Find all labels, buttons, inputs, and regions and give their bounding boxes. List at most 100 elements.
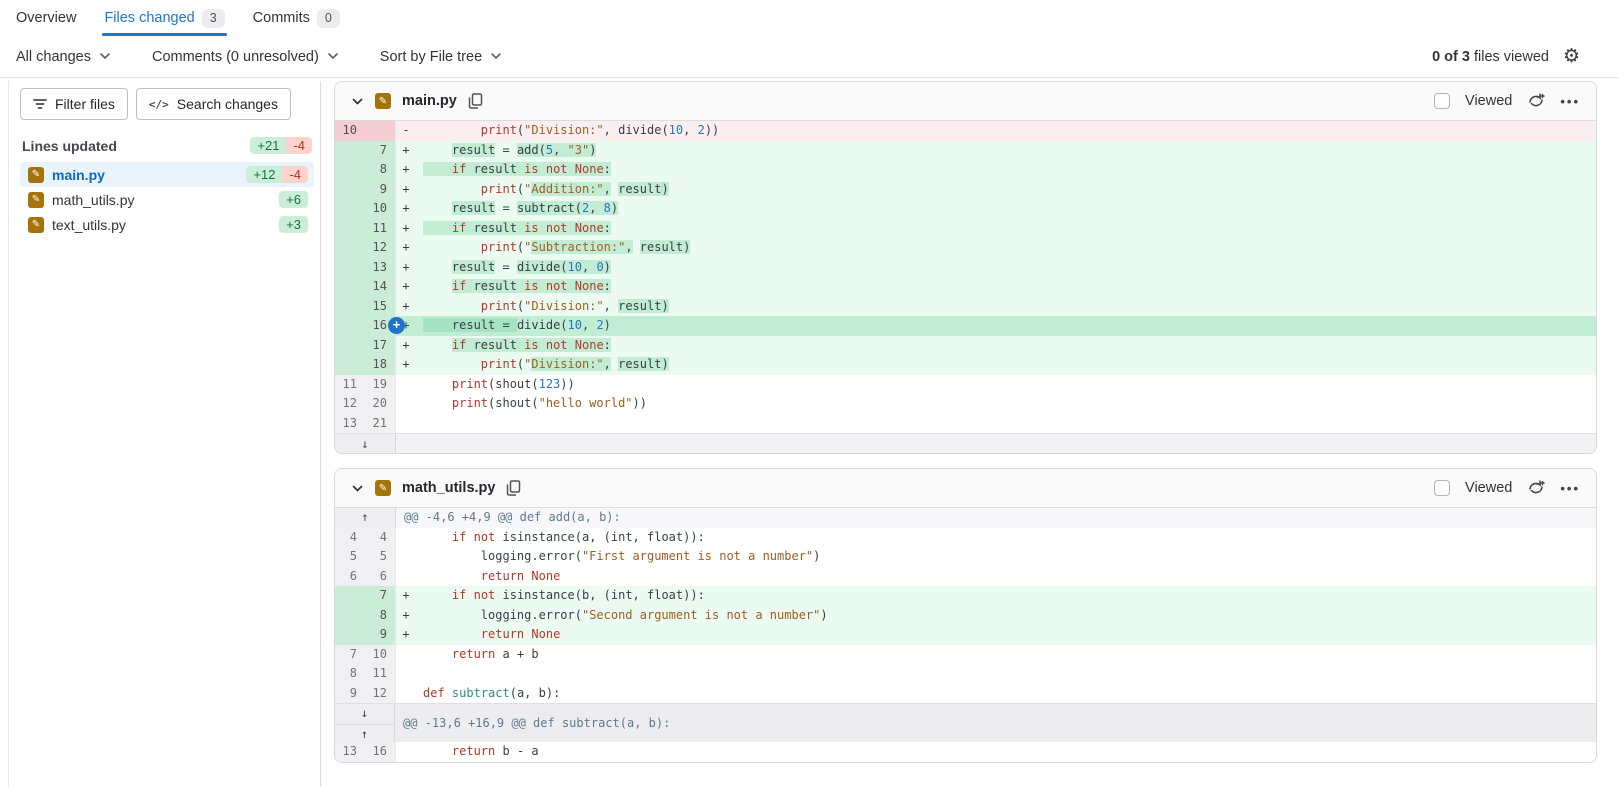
tab-label: Commits xyxy=(252,10,310,26)
tab-files-changed[interactable]: Files changed 3 xyxy=(102,0,227,36)
old-line-number[interactable] xyxy=(335,218,365,238)
diff-sign xyxy=(396,375,416,395)
file-options-kebab-icon[interactable]: ••• xyxy=(1560,481,1580,496)
diff-file-card-main-py: ✎ main.py Viewed ••• 10 - print("Division… xyxy=(334,81,1597,454)
old-line-number[interactable] xyxy=(335,335,365,355)
file-options-kebab-icon[interactable]: ••• xyxy=(1560,94,1580,109)
new-line-number[interactable]: 17 xyxy=(365,335,395,355)
old-line-number[interactable]: 13 xyxy=(335,742,365,762)
collapse-file-chevron-icon[interactable] xyxy=(351,95,364,108)
new-line-number[interactable]: 16 + xyxy=(365,316,405,336)
code-line: result = divide(10, 2) xyxy=(416,316,1596,336)
old-line-number[interactable] xyxy=(335,140,365,160)
new-line-number[interactable]: 19 xyxy=(365,374,395,394)
old-line-number[interactable]: 4 xyxy=(335,527,365,547)
search-changes-label: Search changes xyxy=(176,96,278,112)
diff-settings-gear-icon[interactable]: ⚙ xyxy=(1563,47,1580,66)
new-line-number[interactable]: 10 xyxy=(365,199,395,219)
sort-dropdown[interactable]: Sort by File tree xyxy=(380,49,501,65)
diff-body: 10 - print("Division:", divide(10, 2)) 7 + … xyxy=(335,121,1596,453)
old-line-number[interactable]: 7 xyxy=(335,644,365,664)
commits-count-badge: 0 xyxy=(316,8,340,28)
new-line-number[interactable]: 11 xyxy=(365,664,395,684)
old-line-number[interactable] xyxy=(335,625,365,645)
old-line-number[interactable] xyxy=(335,605,365,625)
compare-versions-icon[interactable] xyxy=(1527,480,1546,496)
code-line: print(shout("hello world")) xyxy=(451,396,647,410)
old-line-number[interactable]: 8 xyxy=(335,664,365,684)
old-line-number[interactable] xyxy=(335,199,365,219)
new-line-number[interactable]: 7 xyxy=(365,586,395,606)
pr-tabs: Overview Files changed 3 Commits 0 xyxy=(0,0,1618,36)
old-line-number[interactable]: 6 xyxy=(335,566,365,586)
new-line-number[interactable]: 12 xyxy=(365,683,395,703)
new-line-number[interactable]: 16 xyxy=(365,742,395,762)
new-line-number[interactable]: 14 xyxy=(365,277,395,297)
code-line: print("Subtraction:", result) xyxy=(416,238,1596,258)
old-line-number[interactable]: 5 xyxy=(335,547,365,567)
old-line-number[interactable]: 9 xyxy=(335,683,365,703)
compare-versions-icon[interactable] xyxy=(1527,93,1546,109)
new-line-number[interactable]: 7 xyxy=(365,140,395,160)
new-line-number[interactable]: 13 xyxy=(365,257,395,277)
old-line-number[interactable]: 10 xyxy=(335,121,365,141)
expand-up-button[interactable]: ↑ xyxy=(335,508,395,528)
new-line-number[interactable]: 4 xyxy=(365,527,395,547)
sidebar-file-main-py[interactable]: ✎ main.py +12 -4 xyxy=(20,162,314,187)
new-line-number[interactable]: 9 xyxy=(365,179,395,199)
old-line-number[interactable]: 12 xyxy=(335,394,365,414)
new-line-number[interactable] xyxy=(365,121,395,141)
new-line-number[interactable]: 5 xyxy=(365,547,395,567)
new-line-number[interactable]: 15 xyxy=(365,296,395,316)
changes-filter-dropdown[interactable]: All changes xyxy=(16,49,110,65)
comments-filter-dropdown[interactable]: Comments (0 unresolved) xyxy=(152,49,338,65)
sidebar-file-math-utils-py[interactable]: ✎ math_utils.py +6 xyxy=(20,187,314,212)
code-line: result = subtract(2, 8) xyxy=(416,199,1596,219)
old-line-number[interactable] xyxy=(335,316,365,336)
add-comment-button[interactable]: + xyxy=(388,317,405,334)
new-line-number[interactable]: 11 xyxy=(365,218,395,238)
code-icon: </> xyxy=(148,97,169,111)
new-line-number[interactable]: 18 xyxy=(365,355,395,375)
expand-down-button[interactable]: ↓ xyxy=(335,434,395,453)
filter-files-button[interactable]: Filter files xyxy=(20,88,128,120)
expand-up-button[interactable]: ↑ xyxy=(335,723,394,743)
old-line-number[interactable] xyxy=(335,355,365,375)
viewed-checkbox[interactable] xyxy=(1434,93,1451,109)
new-line-number[interactable]: 12 xyxy=(365,238,395,258)
search-changes-button[interactable]: </> Search changes xyxy=(135,88,291,120)
new-line-number[interactable]: 21 xyxy=(365,413,395,433)
old-line-number[interactable]: 13 xyxy=(335,413,365,433)
code-line: result = divide(10, 0) xyxy=(416,257,1596,277)
code-line: print("Division:", result) xyxy=(416,355,1596,375)
old-line-number[interactable] xyxy=(335,179,365,199)
viewed-checkbox[interactable] xyxy=(1434,480,1451,496)
old-line-number[interactable] xyxy=(335,296,365,316)
sidebar-file-text-utils-py[interactable]: ✎ text_utils.py +3 xyxy=(20,212,314,237)
expand-and-hunk-row: ↓ ↑ @@ -13,6 +16,9 @@ def subtract(a, b): xyxy=(335,703,1596,743)
new-line-number[interactable]: 10 xyxy=(365,644,395,664)
diff-row: 17 + if result is not None: xyxy=(335,335,1596,355)
old-line-number[interactable] xyxy=(335,586,365,606)
new-line-number[interactable]: 8 xyxy=(365,605,395,625)
diff-file-name: main.py xyxy=(402,93,457,109)
new-line-number[interactable]: 8 xyxy=(365,160,395,180)
new-line-number[interactable]: 6 xyxy=(365,566,395,586)
old-line-number[interactable] xyxy=(335,160,365,180)
new-line-number[interactable]: 20 xyxy=(365,394,395,414)
file-name: math_utils.py xyxy=(52,191,135,208)
tab-commits[interactable]: Commits 0 xyxy=(253,0,340,36)
old-line-number[interactable] xyxy=(335,257,365,277)
new-line-number[interactable]: 9 xyxy=(365,625,395,645)
expand-down-button[interactable]: ↓ xyxy=(335,704,394,724)
file-additions-badge: +12 xyxy=(246,166,283,183)
files-changed-count-badge: 3 xyxy=(201,8,225,28)
old-line-number[interactable] xyxy=(335,277,365,297)
old-line-number[interactable] xyxy=(335,238,365,258)
collapse-file-chevron-icon[interactable] xyxy=(351,482,364,495)
tab-overview[interactable]: Overview xyxy=(16,0,76,36)
copy-path-icon[interactable] xyxy=(506,480,521,496)
old-line-number[interactable]: 11 xyxy=(335,374,365,394)
copy-path-icon[interactable] xyxy=(468,93,483,109)
chevron-down-icon xyxy=(491,53,501,60)
